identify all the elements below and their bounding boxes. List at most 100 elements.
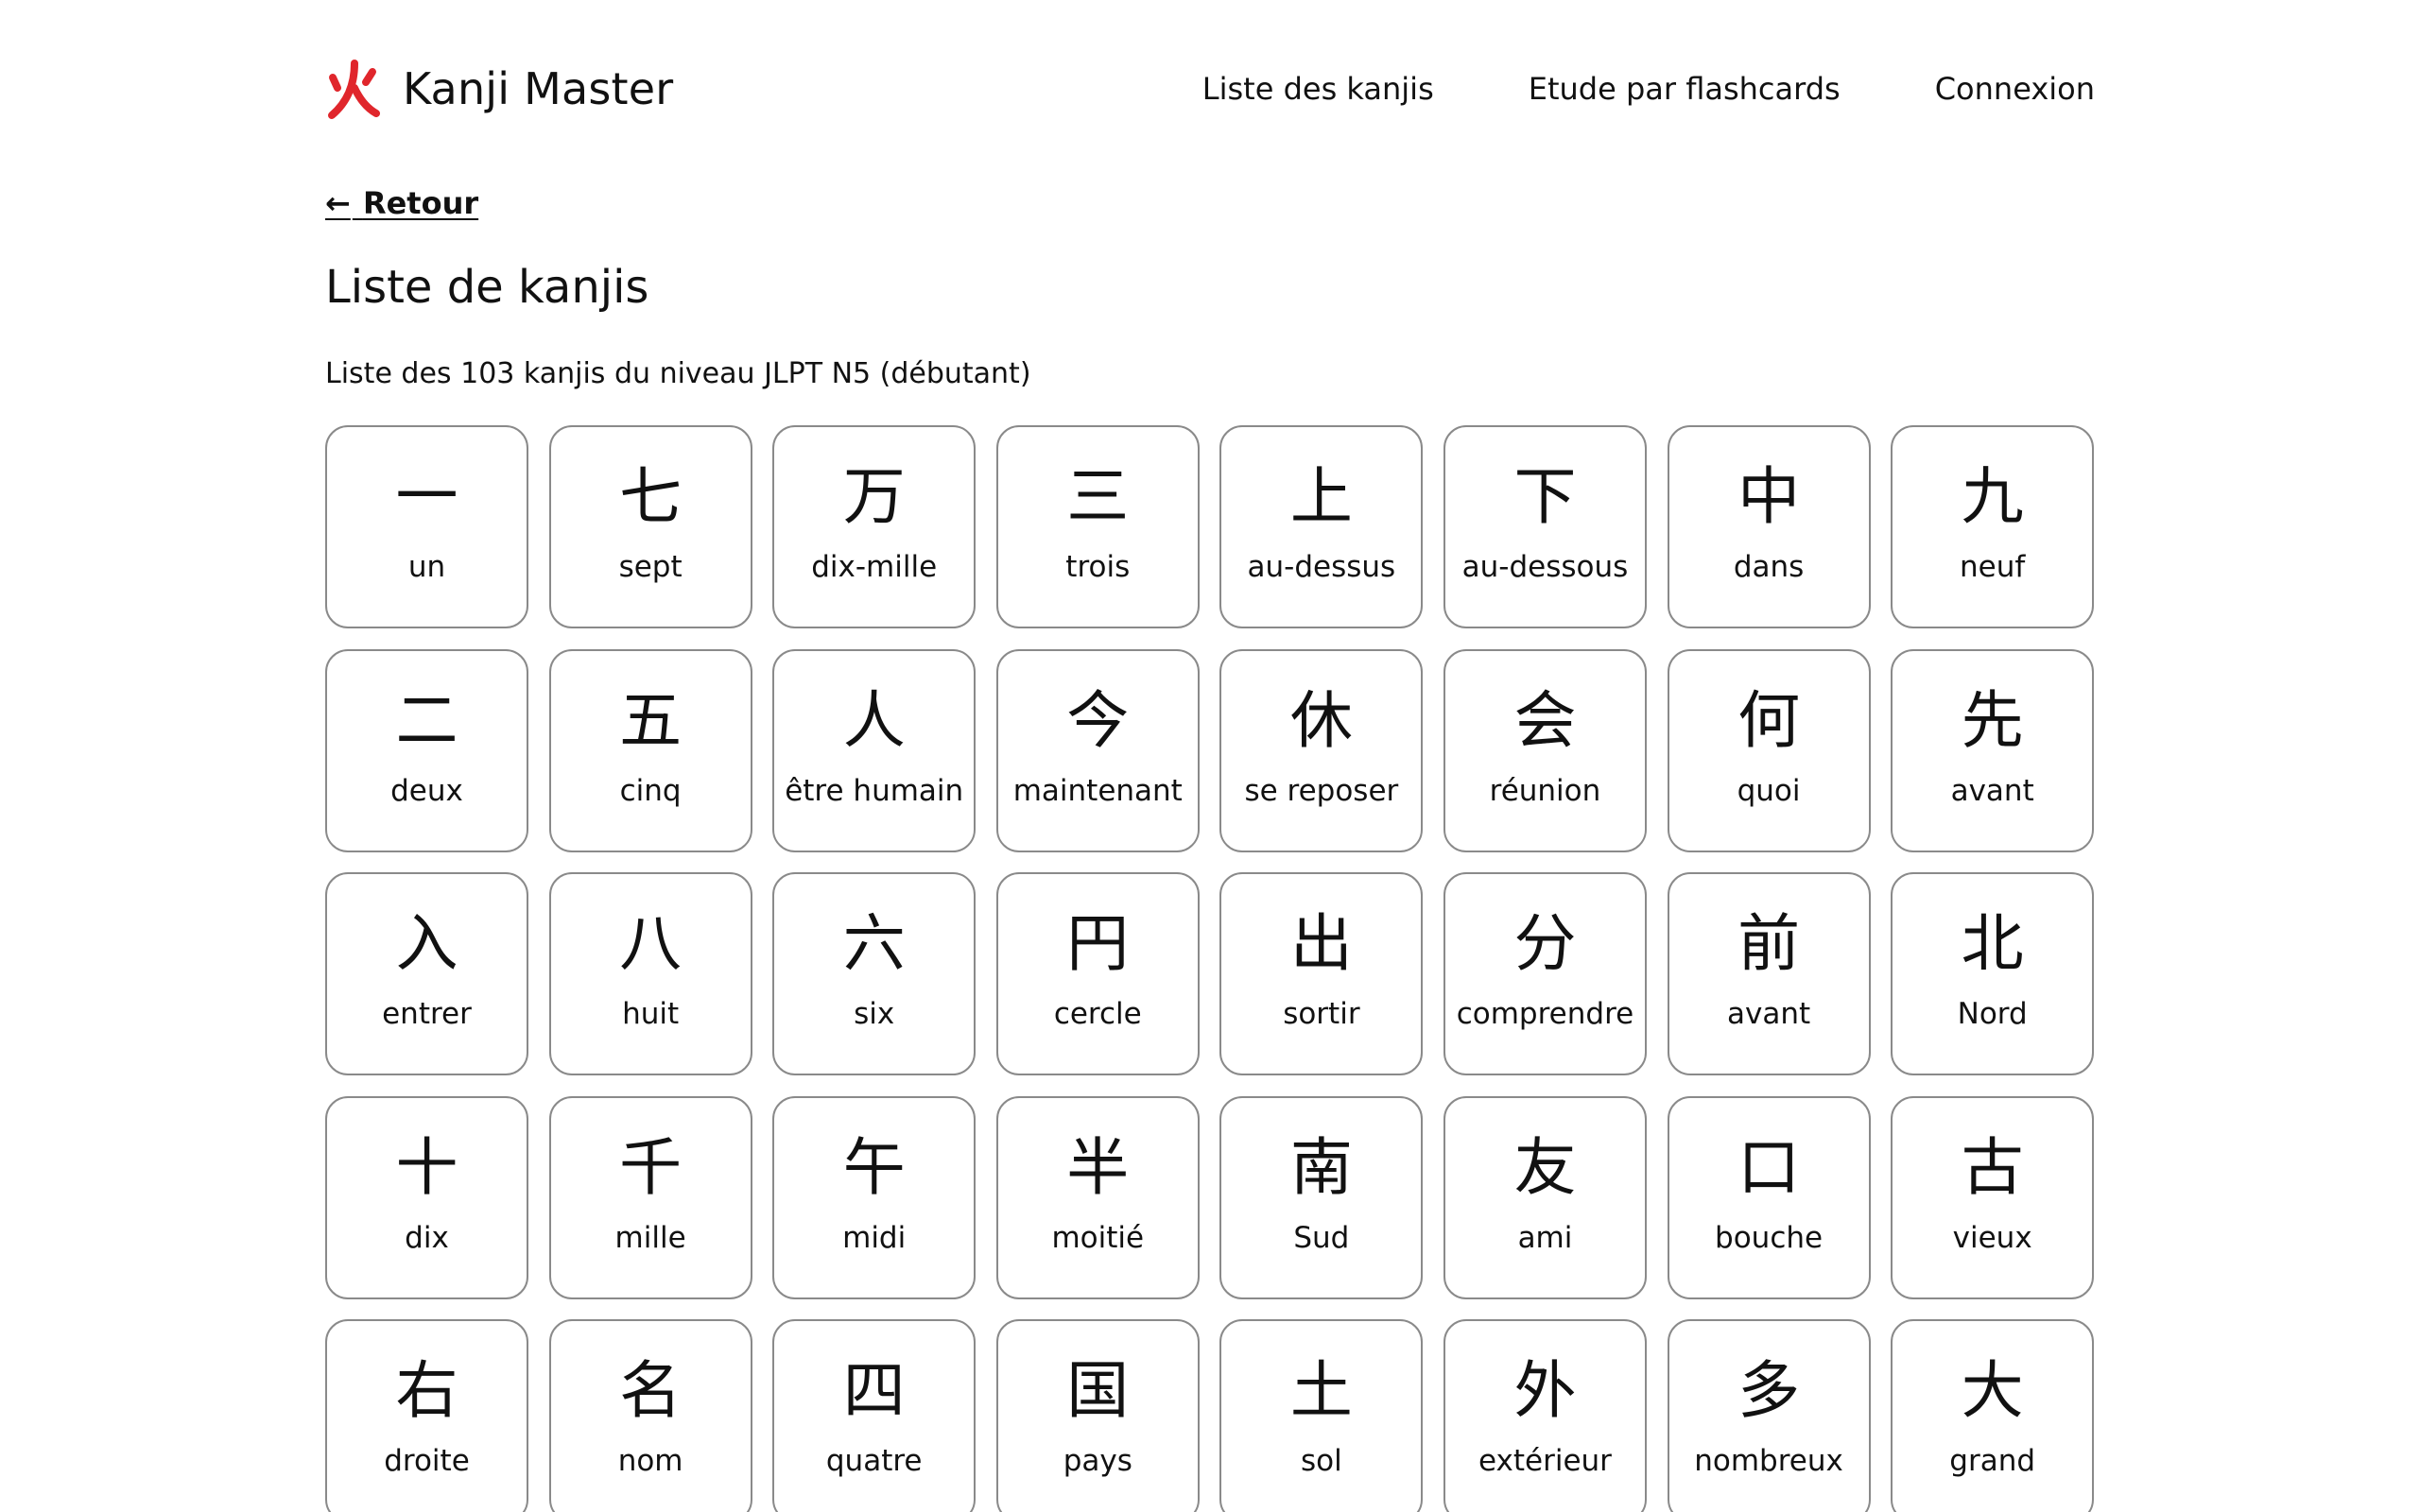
kanji-meaning: maintenant <box>1012 773 1183 808</box>
kanji-card[interactable]: 今 maintenant <box>995 648 1200 852</box>
brand-name: Kanji Master <box>403 63 674 114</box>
kanji-character: 午 <box>842 1130 906 1204</box>
kanji-card[interactable]: 二 deux <box>325 648 528 852</box>
kanji-character: 出 <box>1289 907 1353 981</box>
kanji-character: 会 <box>1513 683 1577 757</box>
kanji-character: 前 <box>1737 907 1801 981</box>
page-title: Liste de kanjis <box>325 261 649 314</box>
kanji-character: 国 <box>1066 1354 1130 1428</box>
kanji-meaning: dans <box>1733 550 1805 584</box>
kanji-meaning: grand <box>1949 1444 2036 1479</box>
kanji-meaning: au-dessus <box>1247 550 1396 584</box>
nav-link-flashcards[interactable]: Etude par flashcards <box>1529 71 1841 107</box>
kanji-character: 四 <box>842 1354 906 1428</box>
kanji-character: 中 <box>1737 460 1801 533</box>
kanji-card[interactable]: 多 nombreux <box>1667 1319 1871 1512</box>
kanji-card[interactable]: 古 vieux <box>1891 1095 2095 1299</box>
kanji-character: 六 <box>842 907 906 981</box>
kanji-card[interactable]: 友 ami <box>1443 1095 1647 1299</box>
kanji-character: 七 <box>619 460 683 533</box>
kanji-character: 口 <box>1737 1130 1801 1204</box>
kanji-character: 二 <box>395 683 458 757</box>
kanji-meaning: deux <box>390 773 463 808</box>
kanji-card[interactable]: 一 un <box>325 425 528 628</box>
kanji-card[interactable]: 七 sept <box>548 425 752 628</box>
kanji-card[interactable]: 右 droite <box>325 1319 528 1512</box>
back-link-label: Retour <box>362 185 479 221</box>
fire-kanji-logo-icon <box>325 59 382 119</box>
kanji-character: 何 <box>1737 683 1801 757</box>
kanji-character: 九 <box>1961 460 2024 533</box>
kanji-card[interactable]: 先 avant <box>1891 648 2095 852</box>
kanji-card[interactable]: 北 Nord <box>1891 872 2095 1076</box>
kanji-character: 今 <box>1066 683 1130 757</box>
kanji-card[interactable]: 名 nom <box>548 1319 752 1512</box>
kanji-card[interactable]: 何 quoi <box>1667 648 1871 852</box>
kanji-card[interactable]: 四 quatre <box>772 1319 977 1512</box>
kanji-card[interactable]: 六 six <box>772 872 977 1076</box>
kanji-card[interactable]: 三 trois <box>995 425 1200 628</box>
kanji-card[interactable]: 千 mille <box>548 1095 752 1299</box>
kanji-character: 万 <box>842 460 906 533</box>
back-link[interactable]: ← Retour <box>325 185 478 221</box>
kanji-meaning: Sud <box>1293 1220 1350 1255</box>
kanji-meaning: cercle <box>1053 997 1142 1032</box>
kanji-card[interactable]: 九 neuf <box>1891 425 2095 628</box>
kanji-character: 休 <box>1289 683 1353 757</box>
kanji-card[interactable]: 午 midi <box>772 1095 977 1299</box>
kanji-card[interactable]: 半 moitié <box>995 1095 1200 1299</box>
kanji-character: 三 <box>1066 460 1130 533</box>
kanji-card[interactable]: 前 avant <box>1667 872 1871 1076</box>
kanji-card[interactable]: 円 cercle <box>995 872 1200 1076</box>
kanji-card[interactable]: 出 sortir <box>1219 872 1424 1076</box>
kanji-card[interactable]: 分 comprendre <box>1443 872 1647 1076</box>
kanji-meaning: bouche <box>1715 1220 1824 1255</box>
page: Kanji Master Liste des kanjis Etude par … <box>0 0 2420 1512</box>
kanji-card[interactable]: 口 bouche <box>1667 1095 1871 1299</box>
kanji-card[interactable]: 上 au-dessus <box>1219 425 1424 628</box>
kanji-card[interactable]: 大 grand <box>1891 1319 2095 1512</box>
brand-home-link[interactable]: Kanji Master <box>325 59 673 119</box>
kanji-meaning: Nord <box>1957 997 2028 1032</box>
kanji-meaning: midi <box>842 1220 907 1255</box>
kanji-card[interactable]: 五 cinq <box>548 648 752 852</box>
kanji-character: 五 <box>619 683 683 757</box>
kanji-meaning: neuf <box>1960 550 2026 584</box>
kanji-card[interactable]: 中 dans <box>1667 425 1871 628</box>
kanji-meaning: vieux <box>1952 1220 2032 1255</box>
kanji-character: 友 <box>1513 1130 1577 1204</box>
kanji-meaning: nombreux <box>1694 1444 1843 1479</box>
kanji-meaning: pays <box>1063 1444 1132 1479</box>
nav-link-login[interactable]: Connexion <box>1935 71 2095 107</box>
kanji-meaning: avant <box>1726 997 1811 1032</box>
kanji-character: 多 <box>1737 1354 1801 1428</box>
kanji-card[interactable]: 外 extérieur <box>1443 1319 1647 1512</box>
kanji-character: 一 <box>395 460 458 533</box>
kanji-card[interactable]: 八 huit <box>548 872 752 1076</box>
kanji-meaning: huit <box>622 997 680 1032</box>
kanji-character: 人 <box>842 683 906 757</box>
nav-link-kanji-list[interactable]: Liste des kanjis <box>1202 71 1434 107</box>
kanji-meaning: sol <box>1301 1444 1342 1479</box>
kanji-meaning: mille <box>614 1220 686 1255</box>
kanji-character: 土 <box>1289 1354 1353 1428</box>
kanji-card[interactable]: 人 être humain <box>772 648 977 852</box>
kanji-character: 下 <box>1513 460 1577 533</box>
kanji-card[interactable]: 南 Sud <box>1219 1095 1424 1299</box>
kanji-character: 大 <box>1961 1354 2024 1428</box>
kanji-card[interactable]: 万 dix-mille <box>772 425 977 628</box>
kanji-meaning: trois <box>1065 550 1131 584</box>
kanji-card[interactable]: 会 réunion <box>1443 648 1647 852</box>
kanji-meaning: réunion <box>1489 773 1601 808</box>
kanji-character: 八 <box>619 907 683 981</box>
kanji-character: 外 <box>1513 1354 1577 1428</box>
kanji-character: 南 <box>1289 1130 1353 1204</box>
kanji-meaning: quatre <box>825 1444 923 1479</box>
kanji-card[interactable]: 十 dix <box>325 1095 528 1299</box>
kanji-meaning: moitié <box>1051 1220 1145 1255</box>
kanji-card[interactable]: 入 entrer <box>325 872 528 1076</box>
kanji-card[interactable]: 休 se reposer <box>1219 648 1424 852</box>
kanji-card[interactable]: 下 au-dessous <box>1443 425 1647 628</box>
kanji-card[interactable]: 国 pays <box>995 1319 1200 1512</box>
kanji-card[interactable]: 土 sol <box>1219 1319 1424 1512</box>
